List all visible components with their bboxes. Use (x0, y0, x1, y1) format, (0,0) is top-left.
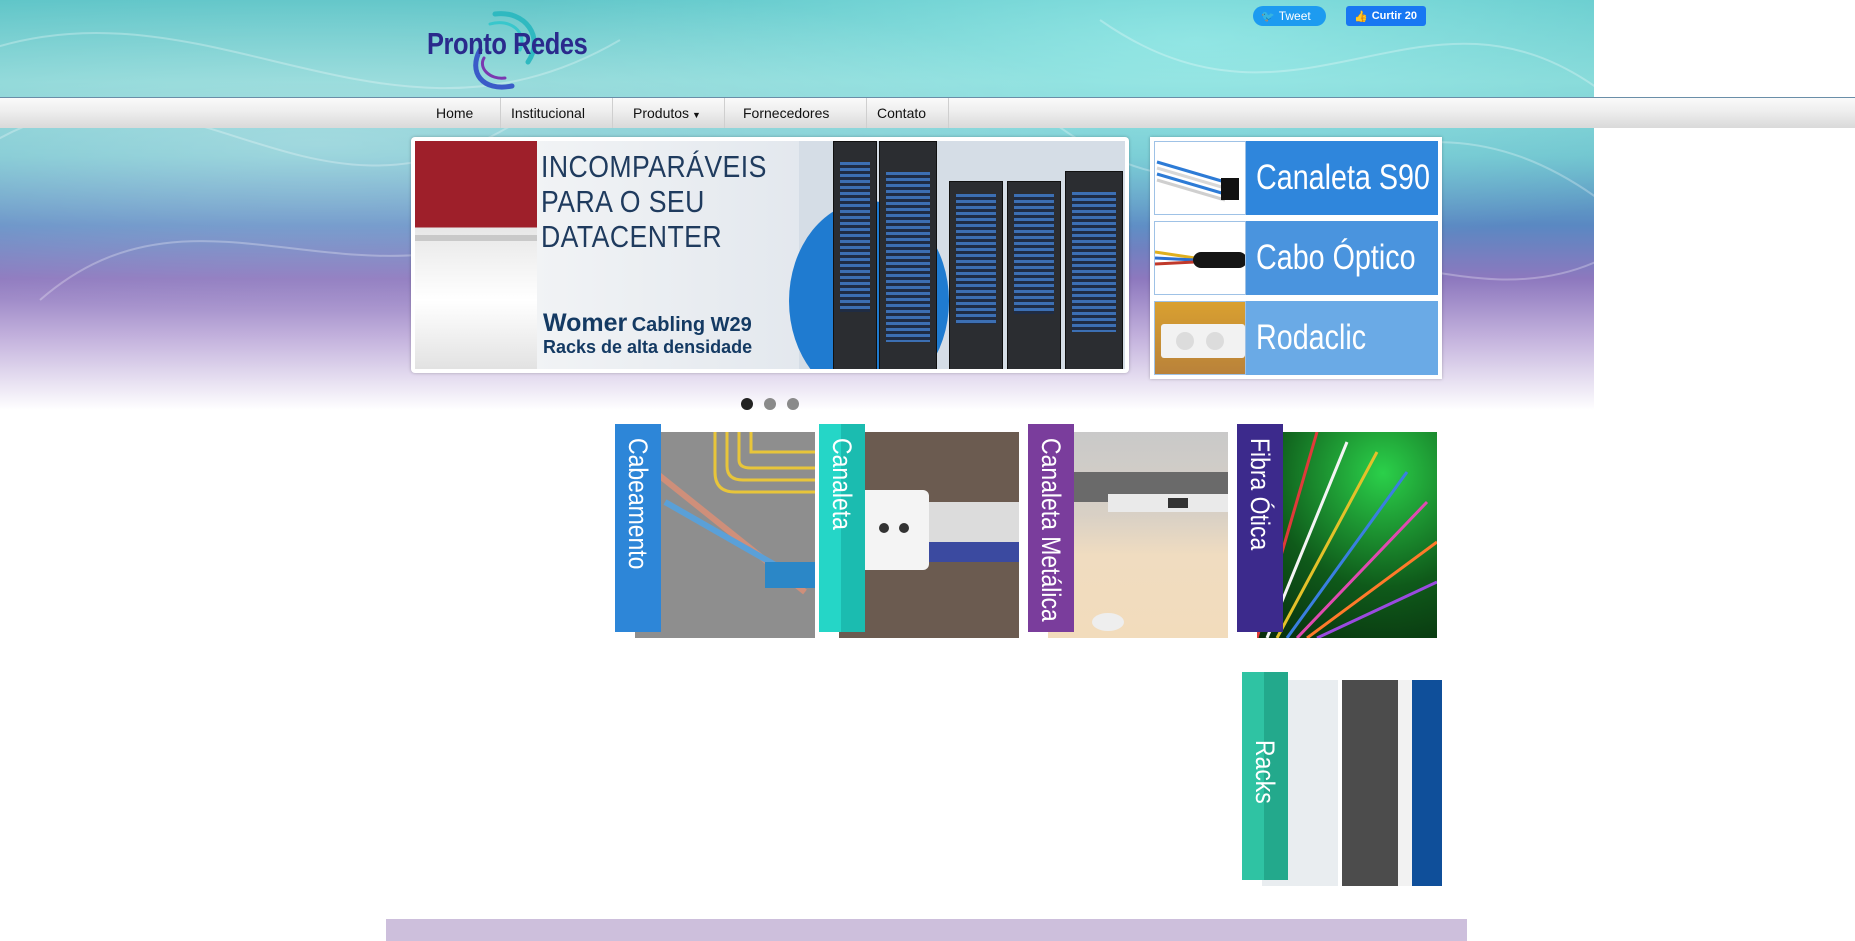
nav-item-produtos[interactable]: Produtos ▼ (613, 98, 725, 128)
slide-rack-photo (789, 141, 1125, 369)
headline-line: PARA O SEU (541, 184, 705, 219)
slider-dot-1[interactable] (741, 398, 753, 410)
hero-slider[interactable]: INCOMPARÁVEIS PARA O SEU DATACENTER Wome… (411, 137, 1129, 373)
canaleta-photo (839, 432, 1019, 638)
category-label-text: Fibra Ótica (1245, 438, 1275, 551)
nav-label: Institucional (511, 105, 585, 121)
slide-subtitle: Racks de alta densidade (543, 337, 753, 357)
category-label-text: Canaleta (827, 438, 857, 530)
cabeamento-photo (635, 432, 815, 638)
category-fibra-otica[interactable]: Fibra Ótica (1237, 424, 1437, 638)
slide-active[interactable]: INCOMPARÁVEIS PARA O SEU DATACENTER Wome… (415, 141, 1125, 369)
category-label-text: Canaleta Metálica (1036, 438, 1066, 622)
featured-rodaclic[interactable]: Rodaclic (1154, 301, 1438, 375)
tweet-button[interactable]: 🐦 Tweet (1253, 6, 1326, 26)
category-label: Racks (1242, 672, 1288, 880)
tweet-label: Tweet (1278, 9, 1311, 23)
slide-brand: Womer Cabling W29 (543, 309, 752, 338)
nav-item-institucional[interactable]: Institucional (501, 98, 613, 128)
slide-headline: INCOMPARÁVEIS PARA O SEU DATACENTER (541, 149, 767, 254)
category-canaleta-metalica[interactable]: Canaleta Metálica (1028, 424, 1228, 638)
category-label-text: Cabeamento (623, 438, 653, 570)
category-canaleta[interactable]: Canaleta (819, 424, 1019, 638)
featured-label-text: Rodaclic (1256, 318, 1367, 357)
category-cabeamento[interactable]: Cabeamento (615, 424, 815, 638)
main-navbar: Home Institucional Produtos ▼ Fornecedore… (0, 97, 1855, 128)
site-logo[interactable]: Pronto Redes (420, 2, 620, 92)
featured-canaleta-s90[interactable]: Canaleta S90 (1154, 141, 1438, 215)
category-label: Fibra Ótica (1237, 424, 1283, 632)
nav-label: Produtos (633, 105, 690, 121)
like-label: Curtir 20 (1371, 10, 1417, 22)
slider-dot-2[interactable] (764, 398, 776, 410)
brand-product: Cabling W29 (631, 314, 752, 336)
category-label: Cabeamento (615, 424, 661, 632)
category-racks[interactable]: Racks (1242, 672, 1442, 886)
featured-label: Rodaclic (1246, 301, 1438, 375)
thumbs-up-icon: 👍 (1354, 10, 1368, 23)
featured-label: Canaleta S90 (1246, 141, 1438, 215)
featured-cabo-optico[interactable]: Cabo Óptico (1154, 221, 1438, 295)
category-label: Canaleta (819, 424, 865, 632)
slider-pagination (741, 398, 799, 410)
nav-label: Fornecedores (743, 105, 830, 121)
featured-label-text: Canaleta S90 (1256, 158, 1430, 197)
headline-line: DATACENTER (541, 219, 723, 254)
nav-item-contato[interactable]: Contato (867, 98, 949, 128)
brand-name: Womer (543, 309, 628, 337)
featured-products: Canaleta S90 Cabo Óptico Rodaclic (1150, 137, 1442, 379)
featured-label-text: Cabo Óptico (1256, 238, 1416, 277)
fibra-otica-photo (1257, 432, 1437, 638)
nav-label: Home (436, 105, 474, 121)
category-label-text: Racks (1250, 740, 1280, 804)
racks-photo (1262, 680, 1442, 886)
footer-band (386, 919, 1467, 941)
featured-label: Cabo Óptico (1246, 221, 1438, 295)
canaleta-metalica-photo (1048, 432, 1228, 638)
cabo-thumb (1154, 221, 1246, 295)
canaleta-thumb (1154, 141, 1246, 215)
facebook-like-button[interactable]: 👍 Curtir 20 (1346, 6, 1426, 26)
nav-menu: Home Institucional Produtos ▼ Fornecedore… (426, 98, 949, 128)
nav-item-home[interactable]: Home (426, 98, 501, 128)
category-label: Canaleta Metálica (1028, 424, 1074, 632)
headline-line: INCOMPARÁVEIS (541, 149, 767, 184)
nav-item-fornecedores[interactable]: Fornecedores (725, 98, 867, 128)
slide-product-photo (415, 141, 537, 369)
logo-text: Pronto Redes (427, 26, 588, 61)
twitter-bird-icon: 🐦 (1261, 10, 1275, 23)
slider-dot-3[interactable] (787, 398, 799, 410)
rodaclic-thumb (1154, 301, 1246, 375)
nav-label: Contato (877, 105, 927, 121)
caret-down-icon: ▼ (692, 110, 701, 120)
slide-text-panel: INCOMPARÁVEIS PARA O SEU DATACENTER Wome… (537, 141, 799, 369)
